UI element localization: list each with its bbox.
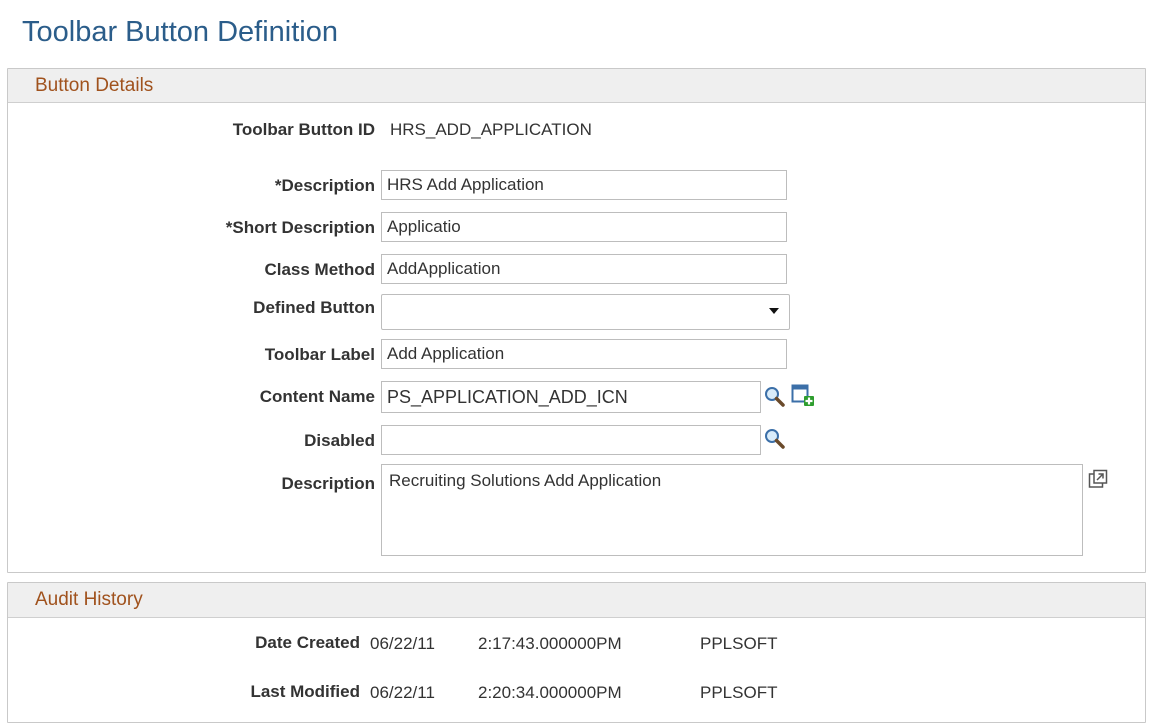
content-name-label: Content Name [259, 387, 375, 406]
disabled-field[interactable] [381, 425, 761, 455]
magnifier-icon[interactable] [763, 427, 787, 451]
toolbar-button-id-label: Toolbar Button ID [232, 120, 375, 139]
date-created-date: 06/22/11 [370, 634, 435, 653]
button-details-section: Button Details Toolbar Button ID HRS_ADD… [7, 68, 1146, 573]
short-description-field[interactable]: Applicatio [381, 212, 787, 242]
date-created-label: Date Created [255, 633, 360, 652]
add-content-icon[interactable] [791, 383, 815, 407]
defined-button-label: Defined Button [253, 298, 375, 317]
class-method-field[interactable]: AddApplication [381, 254, 787, 284]
button-details-header-label: Button Details [35, 75, 154, 96]
long-description-label: Description [281, 474, 375, 493]
button-details-header[interactable]: Button Details [8, 69, 1145, 103]
toolbar-label-label: Toolbar Label [264, 345, 375, 364]
last-modified-time: 2:20:34.000000PM [478, 683, 622, 702]
long-description-textarea[interactable]: Recruiting Solutions Add Application [381, 464, 1083, 556]
last-modified-date: 06/22/11 [370, 683, 435, 702]
defined-button-select[interactable] [381, 294, 790, 330]
toolbar-label-field[interactable]: Add Application [381, 339, 787, 369]
last-modified-label: Last Modified [250, 682, 360, 701]
audit-history-section: Audit History Date Created 06/22/11 2:17… [7, 582, 1146, 723]
content-name-field[interactable]: PS_APPLICATION_ADD_ICN [381, 381, 761, 413]
date-created-time: 2:17:43.000000PM [478, 634, 622, 653]
audit-history-header[interactable]: Audit History [8, 583, 1145, 618]
toolbar-button-id-value: HRS_ADD_APPLICATION [390, 120, 592, 139]
expand-popup-icon[interactable] [1088, 469, 1108, 489]
magnifier-icon[interactable] [763, 385, 787, 409]
chevron-down-icon [769, 308, 779, 314]
last-modified-user: PPLSOFT [700, 683, 778, 702]
disabled-label: Disabled [304, 431, 375, 450]
description-label: *Description [274, 176, 375, 195]
description-field[interactable]: HRS Add Application [381, 170, 787, 200]
audit-history-header-label: Audit History [35, 589, 143, 610]
class-method-label: Class Method [264, 260, 375, 279]
date-created-user: PPLSOFT [700, 634, 778, 653]
short-description-label: *Short Description [225, 218, 375, 237]
page-title: Toolbar Button Definition [22, 16, 338, 48]
